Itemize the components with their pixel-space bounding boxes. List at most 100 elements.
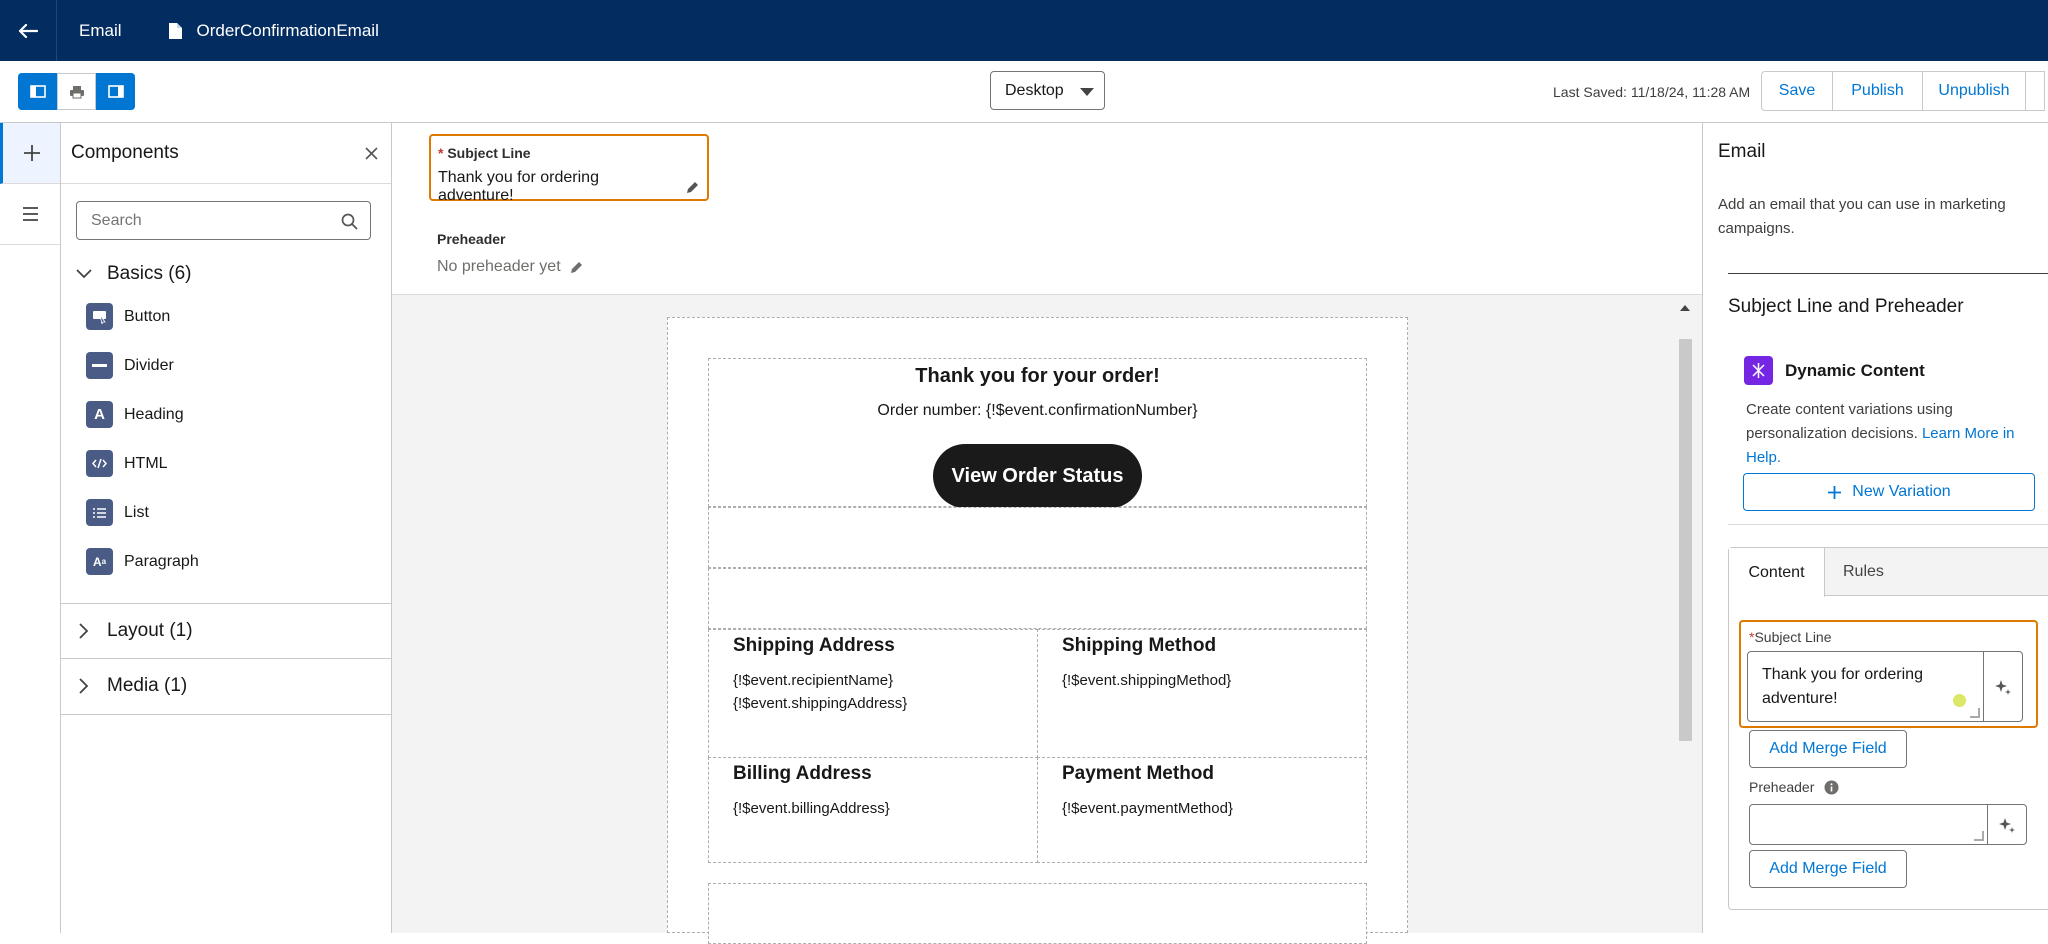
chevron-down-icon (61, 269, 107, 279)
scroll-up-icon[interactable] (1680, 305, 1690, 311)
component-divider[interactable]: Divider (86, 352, 174, 379)
component-divider-label: Divider (124, 356, 174, 374)
new-variation-button[interactable]: New Variation (1743, 473, 2035, 511)
subject-line-textarea[interactable]: Thank you for ordering adventure! (1747, 651, 1984, 722)
outline-tab[interactable] (0, 184, 60, 245)
component-paragraph[interactable]: Aa Paragraph (86, 548, 199, 575)
component-button[interactable]: Button (86, 303, 170, 330)
document-name: OrderConfirmationEmail (196, 20, 379, 40)
empty-block[interactable] (708, 568, 1367, 629)
section-divider (61, 658, 391, 659)
code-icon (86, 450, 113, 477)
search-icon (341, 213, 358, 235)
left-rail (0, 123, 61, 933)
toggle-left-panel-button[interactable] (18, 73, 57, 110)
save-button[interactable]: Save (1761, 71, 1833, 111)
dynamic-content-icon (1744, 356, 1773, 385)
document-icon (168, 22, 183, 40)
add-components-tab[interactable] (0, 123, 60, 184)
preheader-label: Preheader (437, 231, 506, 247)
arrow-left-icon (18, 23, 38, 38)
more-actions-button[interactable] (2025, 71, 2045, 111)
caret-down-icon (1080, 88, 1094, 96)
canvas-scrollbar[interactable] (1676, 295, 1694, 933)
subject-preheader-heading: Subject Line and Preheader (1728, 296, 1964, 317)
subject-line-label: * Subject Line (438, 145, 531, 161)
add-merge-field-button[interactable]: Add Merge Field (1749, 730, 1907, 768)
close-icon[interactable] (364, 145, 379, 167)
dynamic-content-title: Dynamic Content (1785, 361, 1925, 380)
ai-assist-button[interactable] (1983, 651, 2023, 722)
subject-line-value-row: Thank you for ordering adventure! (438, 169, 700, 205)
order-number-text: Order number: {!$event.confirmationNumbe… (877, 402, 1198, 419)
resize-handle-icon[interactable] (1974, 831, 1984, 841)
component-html-label: HTML (124, 454, 168, 472)
component-html[interactable]: HTML (86, 450, 168, 477)
view-order-status-button[interactable]: View Order Status (933, 444, 1142, 508)
shipping-address-block[interactable]: Shipping Address {!$event.recipientName}… (708, 629, 1038, 758)
email-heading: Thank you for your order! (915, 365, 1160, 387)
print-preview-button[interactable] (57, 73, 96, 110)
info-icon[interactable] (1824, 780, 1839, 795)
add-merge-field-button[interactable]: Add Merge Field (1749, 850, 1907, 888)
section-basics-label: Basics (6) (107, 263, 192, 284)
divider-component-icon (86, 352, 113, 379)
components-search-input[interactable]: Search (76, 201, 371, 240)
app-header: Email OrderConfirmationEmail (0, 0, 2048, 61)
shipping-method-block[interactable]: Shipping Method {!$event.shippingMethod} (1037, 629, 1367, 758)
sparkle-icon (1999, 817, 2015, 833)
tab-rules[interactable]: Rules (1843, 548, 1884, 596)
scrollbar-thumb[interactable] (1679, 339, 1692, 741)
component-paragraph-label: Paragraph (124, 552, 199, 570)
payment-method-block[interactable]: Payment Method {!$event.paymentMethod} (1037, 757, 1367, 863)
properties-panel-title: Email (1718, 141, 1766, 162)
back-button[interactable] (0, 0, 56, 61)
billing-address-block[interactable]: Billing Address {!$event.billingAddress} (708, 757, 1038, 863)
shipping-address-title: Shipping Address (733, 635, 895, 656)
section-layout[interactable]: Layout (1) (61, 613, 391, 649)
panel-toggle-group (18, 73, 135, 110)
resize-handle-icon[interactable] (1970, 708, 1980, 718)
sparkle-icon (1995, 679, 2011, 695)
preheader-block[interactable]: Preheader No preheader yet (437, 231, 584, 276)
component-list[interactable]: List (86, 499, 149, 526)
publish-button[interactable]: Publish (1832, 71, 1923, 111)
components-panel: Components Search Basics (6) Button Divi… (61, 123, 392, 933)
ai-assist-button[interactable] (1987, 804, 2027, 845)
list-component-icon (86, 499, 113, 526)
subject-line-value: Thank you for ordering adventure! (438, 169, 599, 204)
billing-address-title: Billing Address (733, 763, 872, 784)
component-heading[interactable]: A Heading (86, 401, 184, 428)
preheader-field-label: Preheader (1749, 779, 1839, 795)
section-media[interactable]: Media (1) (61, 668, 391, 704)
recipient-name: {!$event.recipientName} (733, 672, 894, 689)
print-icon (69, 85, 84, 98)
empty-block[interactable] (708, 883, 1367, 944)
toggle-right-panel-button[interactable] (96, 73, 135, 110)
payment-method-value: {!$event.paymentMethod} (1062, 800, 1233, 817)
components-panel-header: Components (61, 123, 391, 184)
new-variation-label: New Variation (1852, 483, 1951, 500)
header-section-label: Email (79, 20, 122, 40)
component-heading-label: Heading (124, 405, 184, 423)
unpublish-button[interactable]: Unpublish (1922, 71, 2026, 111)
device-select[interactable]: Desktop (990, 71, 1105, 110)
email-canvas: Thank you for your order! Order number: … (392, 295, 1702, 944)
pencil-icon[interactable] (569, 260, 584, 275)
section-basics[interactable]: Basics (6) (61, 256, 391, 292)
preheader-value: No preheader yet (437, 258, 561, 275)
section-layout-label: Layout (1) (107, 620, 193, 641)
pencil-icon[interactable] (685, 180, 700, 195)
tab-content[interactable]: Content (1729, 548, 1825, 597)
variation-tabs: Content Rules *Subject Line Thank you fo… (1728, 547, 2048, 910)
component-button-label: Button (124, 307, 171, 325)
panel-divider (1728, 273, 2048, 274)
empty-block[interactable] (708, 507, 1367, 568)
subject-line-block[interactable]: * Subject Line Thank you for ordering ad… (429, 134, 709, 204)
preheader-textarea[interactable] (1749, 804, 1988, 845)
required-asterisk: * (438, 145, 448, 161)
order-header-block[interactable]: Thank you for your order! Order number: … (708, 358, 1367, 508)
email-body-frame: Thank you for your order! Order number: … (667, 317, 1408, 944)
subject-line-field: *Subject Line Thank you for ordering adv… (1739, 620, 2038, 728)
properties-panel: Email Add an email that you can use in m… (1702, 123, 2048, 933)
